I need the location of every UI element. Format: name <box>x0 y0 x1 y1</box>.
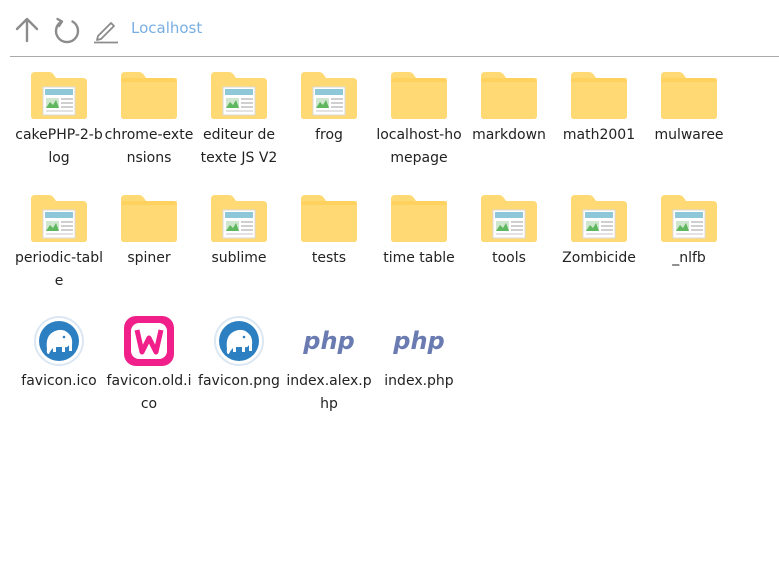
file-item[interactable]: math2001 <box>554 69 644 187</box>
folder-web-icon <box>479 192 539 244</box>
pencil-icon[interactable] <box>92 15 122 45</box>
file-item-label: favicon.png <box>198 373 280 389</box>
grid-row: cakePHP-2-blog chrome-extensions editeur… <box>14 69 774 192</box>
php-file-icon: php <box>389 315 449 367</box>
file-item-label: mulwaree <box>654 127 724 143</box>
file-item-label: favicon.ico <box>21 373 97 389</box>
folder-web-icon <box>29 192 89 244</box>
file-item-label: periodic-table <box>14 250 104 289</box>
file-item-label: math2001 <box>562 127 636 143</box>
file-item[interactable]: _nlfb <box>644 192 734 310</box>
folder-icon <box>119 192 179 244</box>
file-item-label: sublime <box>211 250 267 266</box>
wamp-icon <box>119 315 179 367</box>
file-item[interactable]: tools <box>464 192 554 310</box>
file-item-label: chrome-extensions <box>104 127 194 166</box>
folder-web-icon <box>209 69 269 121</box>
php-logo-text: php <box>392 327 444 355</box>
file-item[interactable]: favicon.old.ico <box>104 315 194 433</box>
file-item-label: localhost-homepage <box>376 127 462 166</box>
folder-web-icon <box>29 69 89 121</box>
file-item[interactable]: cakePHP-2-blog <box>14 69 104 187</box>
php-file-icon: php <box>299 315 359 367</box>
folder-icon <box>389 69 449 121</box>
folder-icon <box>299 192 359 244</box>
file-item-label: tools <box>492 250 526 266</box>
file-grid: cakePHP-2-blog chrome-extensions editeur… <box>14 69 774 438</box>
file-item-label: Zombicide <box>562 250 636 266</box>
refresh-icon[interactable] <box>52 15 82 45</box>
file-item-label: index.php <box>384 373 454 389</box>
php-logo-text: php <box>302 327 354 355</box>
file-item[interactable]: mulwaree <box>644 69 734 187</box>
file-item-label: index.alex.php <box>286 373 372 412</box>
arrow-up-icon[interactable] <box>12 15 42 45</box>
file-item-label: cakePHP-2-blog <box>15 127 103 166</box>
file-item[interactable]: favicon.png <box>194 315 284 433</box>
file-item-label: editeur de texte JS V2 <box>200 127 278 166</box>
folder-icon <box>119 69 179 121</box>
file-item[interactable]: sublime <box>194 192 284 310</box>
folder-icon <box>389 192 449 244</box>
file-item[interactable]: time table <box>374 192 464 310</box>
elephant-icon <box>29 315 89 367</box>
folder-icon <box>479 69 539 121</box>
file-item[interactable]: chrome-extensions <box>104 69 194 187</box>
file-item[interactable]: markdown <box>464 69 554 187</box>
file-item-label: frog <box>315 127 343 143</box>
file-item[interactable]: php index.php <box>374 315 464 433</box>
grid-row: favicon.ico favicon.old.ico favicon.png … <box>14 315 774 438</box>
grid-row: periodic-table spiner sublime tests time… <box>14 192 774 315</box>
file-item[interactable]: editeur de texte JS V2 <box>194 69 284 187</box>
breadcrumb-localhost[interactable]: Localhost <box>131 19 202 37</box>
file-item[interactable]: tests <box>284 192 374 310</box>
file-item[interactable]: spiner <box>104 192 194 310</box>
file-item-label: markdown <box>472 127 546 143</box>
folder-web-icon <box>659 192 719 244</box>
folder-web-icon <box>569 192 629 244</box>
file-item[interactable]: localhost-homepage <box>374 69 464 187</box>
folder-web-icon <box>299 69 359 121</box>
file-item-label: _nlfb <box>672 250 706 266</box>
file-item[interactable]: php index.alex.php <box>284 315 374 433</box>
elephant-icon <box>209 315 269 367</box>
toolbar: Localhost <box>10 0 779 57</box>
file-item[interactable]: periodic-table <box>14 192 104 310</box>
file-item-label: tests <box>311 250 347 266</box>
folder-icon <box>569 69 629 121</box>
file-item-label: favicon.old.ico <box>106 373 192 412</box>
folder-web-icon <box>209 192 269 244</box>
file-item-label: spiner <box>127 250 171 266</box>
folder-icon <box>659 69 719 121</box>
file-item[interactable]: frog <box>284 69 374 187</box>
file-item[interactable]: Zombicide <box>554 192 644 310</box>
file-item-label: time table <box>383 250 455 266</box>
file-item[interactable]: favicon.ico <box>14 315 104 433</box>
